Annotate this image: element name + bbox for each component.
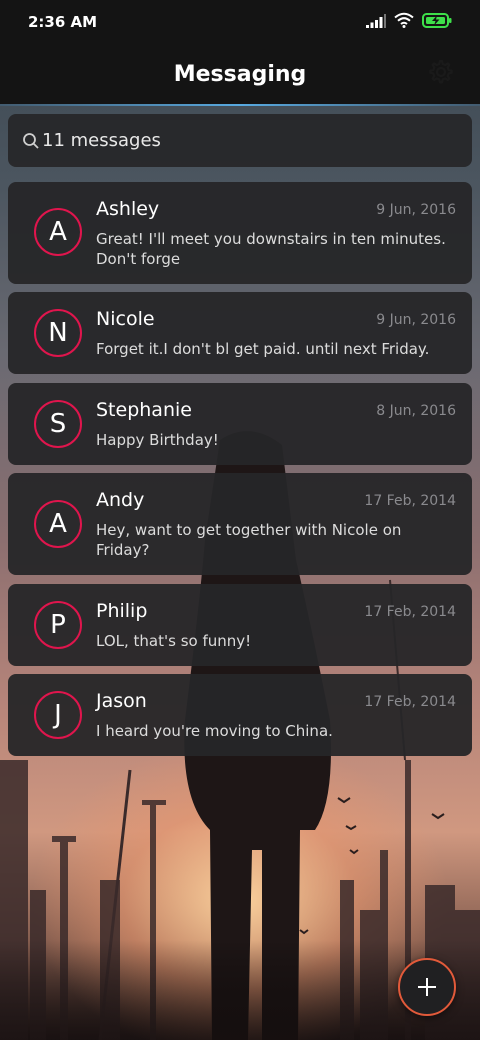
search-icon — [23, 132, 39, 149]
message-date: 17 Feb, 2014 — [364, 493, 456, 509]
message-snippet: Hey, want to get together with Nicole on… — [96, 521, 402, 559]
message-snippet: Forget it.I don't bl get paid. until nex… — [96, 340, 430, 358]
conversation-item[interactable]: J Jason 17 Feb, 2014 I heard you're movi… — [8, 674, 472, 756]
signal-icon — [366, 13, 386, 32]
contact-name: Andy — [96, 489, 145, 511]
message-date: 9 Jun, 2016 — [376, 202, 456, 218]
conversation-item[interactable]: A Ashley 9 Jun, 2016 Great! I'll meet yo… — [8, 182, 472, 284]
avatar: N — [34, 309, 82, 357]
conversation-item[interactable]: A Andy 17 Feb, 2014 Hey, want to get tog… — [8, 473, 472, 575]
message-date: 17 Feb, 2014 — [364, 604, 456, 620]
message-snippet: LOL, that's so funny! — [96, 632, 252, 650]
message-date: 8 Jun, 2016 — [376, 403, 456, 419]
contact-name: Nicole — [96, 308, 155, 330]
message-date: 17 Feb, 2014 — [364, 694, 456, 710]
page-title: Messaging — [173, 61, 307, 87]
message-date: 9 Jun, 2016 — [376, 312, 456, 328]
message-snippet: I heard you're moving to China. — [96, 722, 333, 740]
status-time: 2:36 AM — [28, 13, 98, 31]
avatar: P — [34, 601, 82, 649]
avatar: S — [34, 400, 82, 448]
plus-icon — [418, 978, 436, 996]
message-snippet: Great! I'll meet you downstairs in ten m… — [96, 230, 446, 268]
conversation-item[interactable]: S Stephanie 8 Jun, 2016 Happy Birthday! — [8, 383, 472, 465]
avatar: A — [34, 208, 82, 256]
status-icons — [366, 12, 452, 32]
contact-name: Ashley — [96, 198, 160, 220]
contact-name: Philip — [96, 600, 148, 622]
conversation-item[interactable]: P Philip 17 Feb, 2014 LOL, that's so fun… — [8, 584, 472, 666]
contact-name: Stephanie — [96, 399, 192, 421]
search-bar[interactable] — [8, 114, 472, 167]
avatar: A — [34, 500, 82, 548]
avatar: J — [34, 691, 82, 739]
search-input[interactable] — [42, 130, 442, 151]
settings-button[interactable] — [426, 58, 454, 86]
contact-name: Jason — [96, 690, 147, 712]
app-bar: Messaging — [0, 44, 480, 106]
conversation-item[interactable]: N Nicole 9 Jun, 2016 Forget it.I don't b… — [8, 292, 472, 374]
status-bar: 2:36 AM — [0, 0, 480, 44]
message-snippet: Happy Birthday! — [96, 431, 219, 449]
battery-charging-icon — [422, 12, 452, 32]
new-message-button[interactable] — [398, 958, 456, 1016]
wifi-icon — [394, 12, 414, 32]
gear-icon — [429, 59, 453, 84]
